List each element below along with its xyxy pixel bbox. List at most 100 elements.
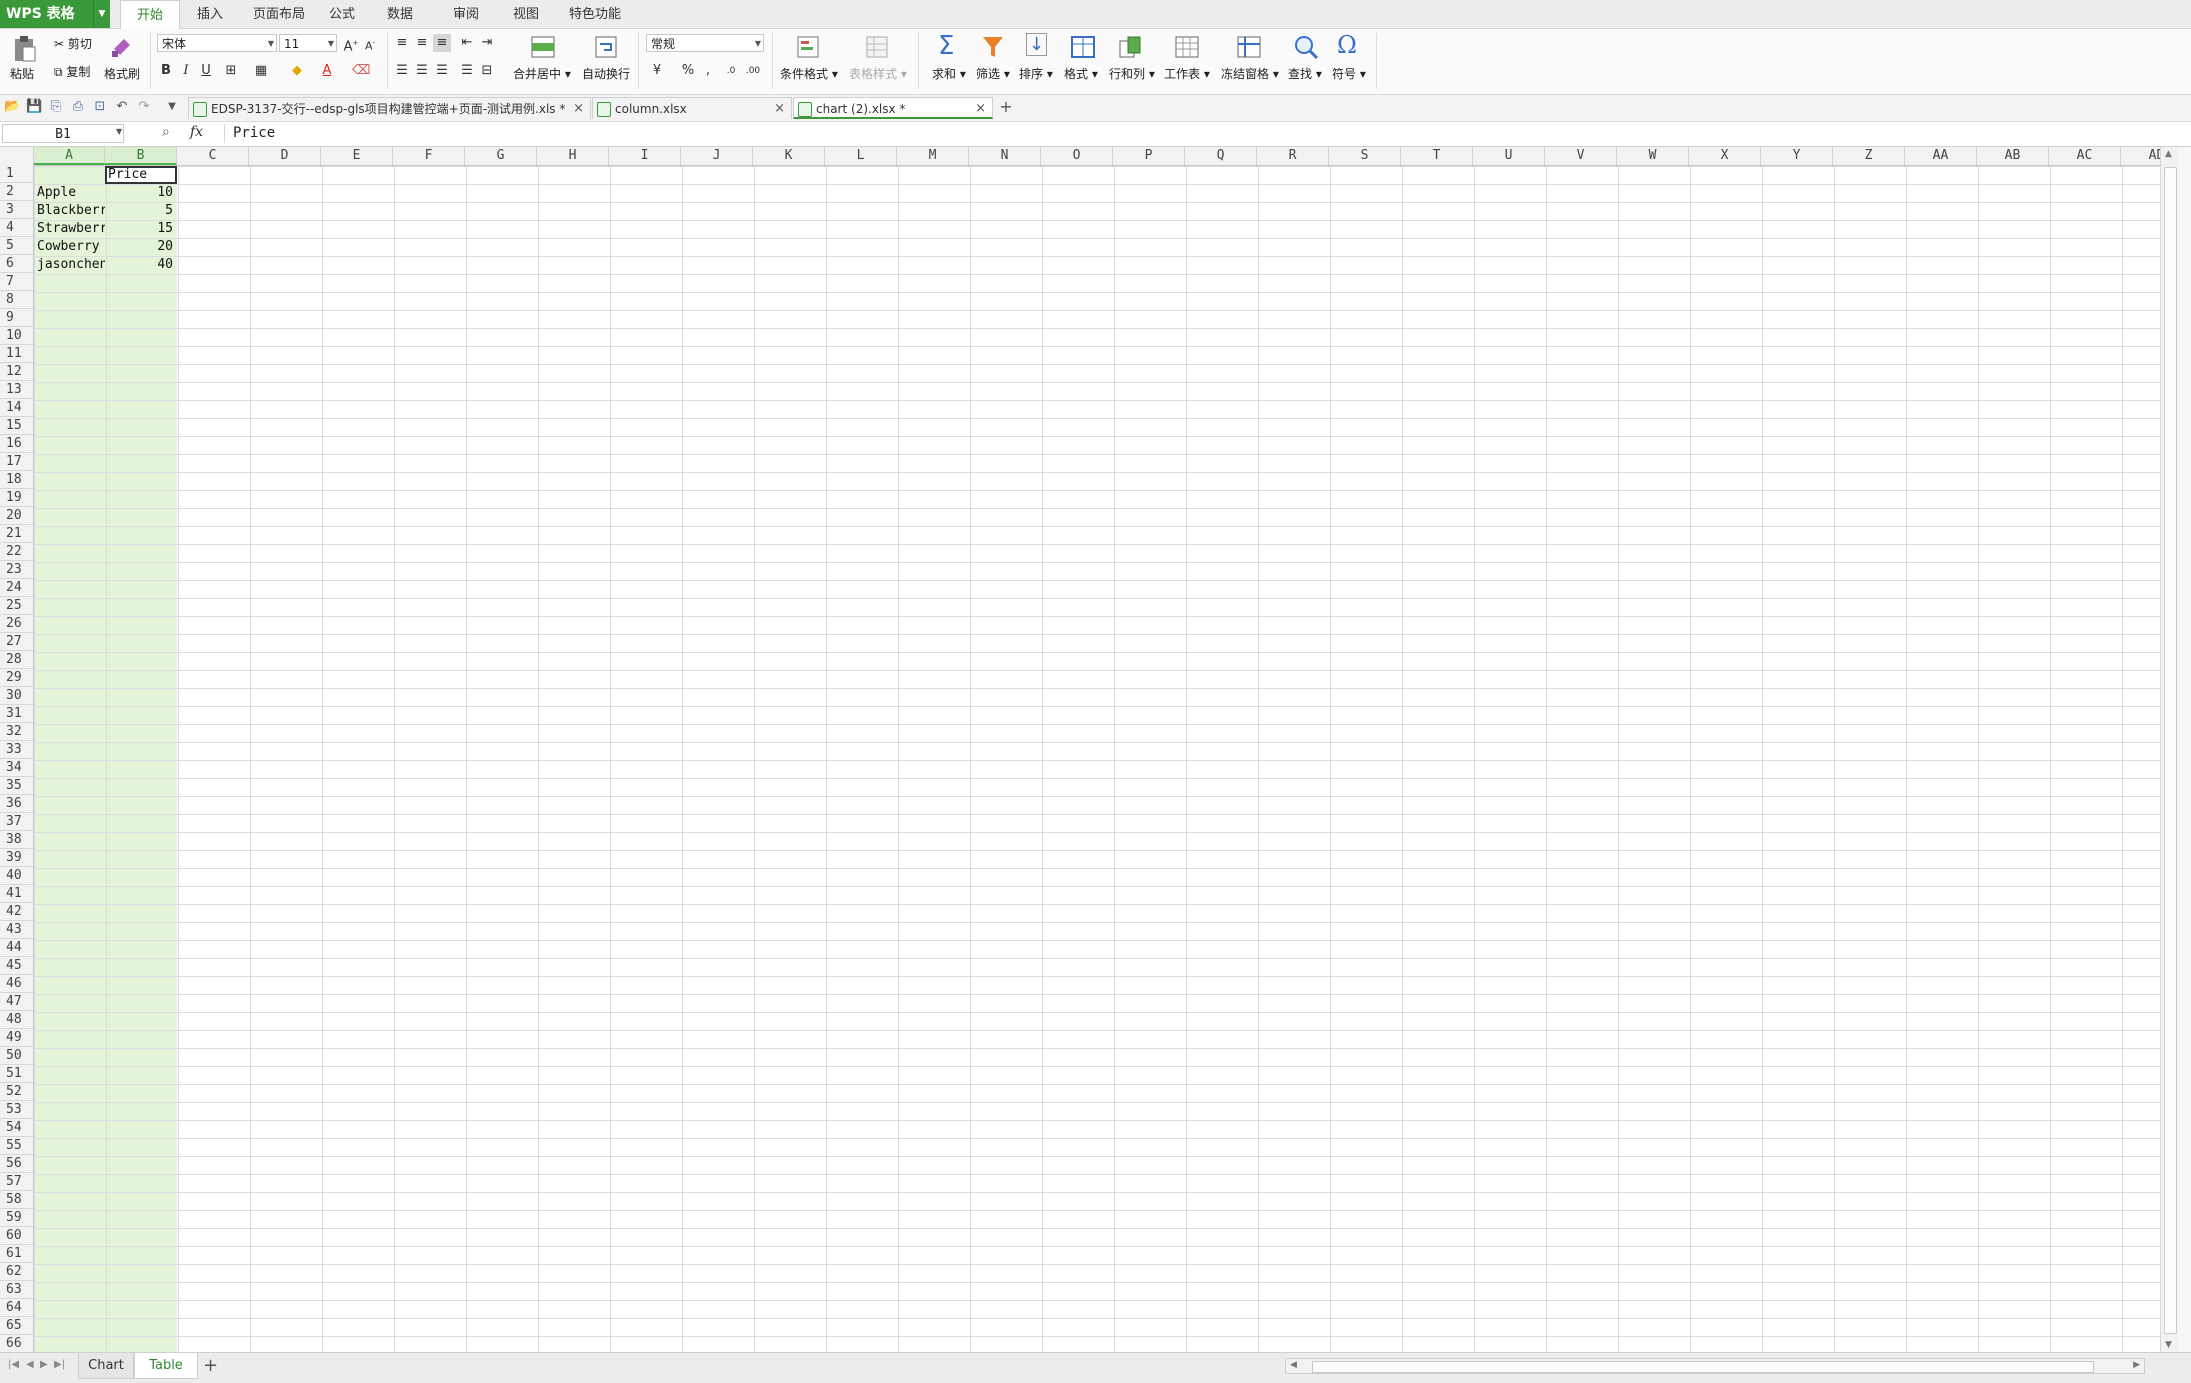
- cell-b3[interactable]: 5: [106, 202, 176, 220]
- align-center-icon[interactable]: ☰: [413, 62, 431, 80]
- row-header[interactable]: 64: [0, 1299, 33, 1317]
- row-header[interactable]: 24: [0, 579, 33, 597]
- merge-center-icon[interactable]: [530, 35, 556, 59]
- new-tab-plus-icon[interactable]: +: [998, 99, 1014, 115]
- font-color-icon[interactable]: A: [318, 62, 336, 80]
- menu-tab-2[interactable]: 页面布局: [244, 0, 314, 28]
- row-header[interactable]: 66: [0, 1335, 33, 1352]
- prev-sheet-icon[interactable]: ◀: [26, 1359, 34, 1370]
- italic-icon[interactable]: I: [177, 62, 195, 80]
- app-menu-button[interactable]: WPS 表格 ▼: [0, 0, 110, 28]
- row-header[interactable]: 42: [0, 903, 33, 921]
- row-header[interactable]: 25: [0, 597, 33, 615]
- scroll-thumb[interactable]: [2164, 167, 2177, 1334]
- row-header[interactable]: 35: [0, 777, 33, 795]
- indent-decrease-icon[interactable]: ⇤: [458, 34, 476, 52]
- border-icon[interactable]: ⊞: [222, 62, 240, 80]
- row-header[interactable]: 34: [0, 759, 33, 777]
- row-header[interactable]: 36: [0, 795, 33, 813]
- align-middle-icon[interactable]: ≡: [413, 34, 431, 52]
- menu-tab-5[interactable]: 审阅: [446, 0, 486, 28]
- next-sheet-icon[interactable]: ▶: [40, 1359, 48, 1370]
- close-icon[interactable]: ×: [975, 98, 986, 120]
- column-header-a[interactable]: A: [34, 147, 105, 165]
- freeze-panes-icon[interactable]: [1236, 35, 1262, 59]
- cell-style-icon[interactable]: ▦: [252, 62, 270, 80]
- save-icon[interactable]: 💾: [26, 99, 42, 115]
- column-header-t[interactable]: T: [1401, 147, 1473, 165]
- align-left-icon[interactable]: ☰: [393, 62, 411, 80]
- customize-chevron-icon[interactable]: ▼: [164, 99, 180, 115]
- menu-tab-3[interactable]: 公式: [322, 0, 362, 28]
- column-header-aa[interactable]: AA: [1905, 147, 1977, 165]
- row-header[interactable]: 50: [0, 1047, 33, 1065]
- worksheet-button[interactable]: 工作表 ▾: [1164, 65, 1210, 82]
- column-header-u[interactable]: U: [1473, 147, 1545, 165]
- cell-area[interactable]: [34, 166, 2160, 1352]
- row-header[interactable]: 10: [0, 327, 33, 345]
- column-header-k[interactable]: K: [753, 147, 825, 165]
- undo-icon[interactable]: ↶: [114, 99, 130, 115]
- column-header-ab[interactable]: AB: [1977, 147, 2049, 165]
- row-header[interactable]: 59: [0, 1209, 33, 1227]
- row-header[interactable]: 13: [0, 381, 33, 399]
- sort-button[interactable]: 排序 ▾: [1019, 65, 1053, 82]
- font-shrink-icon[interactable]: A-: [361, 34, 379, 53]
- omega-icon[interactable]: Ω: [1337, 31, 1357, 59]
- distribute-icon[interactable]: ⊟: [478, 62, 496, 80]
- scroll-down-icon[interactable]: ▼: [2165, 1340, 2172, 1350]
- row-header[interactable]: 19: [0, 489, 33, 507]
- filter-button[interactable]: 筛选 ▾: [976, 65, 1010, 82]
- row-header[interactable]: 33: [0, 741, 33, 759]
- row-header[interactable]: 8: [0, 291, 33, 309]
- find-button[interactable]: 查找 ▾: [1288, 65, 1322, 82]
- vertical-scrollbar[interactable]: ▲ ▼: [2160, 147, 2179, 1352]
- menu-tab-4[interactable]: 数据: [380, 0, 420, 28]
- row-header[interactable]: 31: [0, 705, 33, 723]
- row-header[interactable]: 63: [0, 1281, 33, 1299]
- row-header[interactable]: 37: [0, 813, 33, 831]
- row-header[interactable]: 17: [0, 453, 33, 471]
- column-header-o[interactable]: O: [1041, 147, 1113, 165]
- row-header[interactable]: 26: [0, 615, 33, 633]
- row-header[interactable]: 6: [0, 255, 33, 273]
- row-header[interactable]: 44: [0, 939, 33, 957]
- align-right-icon[interactable]: ☰: [433, 62, 451, 80]
- filter-icon[interactable]: [981, 35, 1007, 61]
- column-header-s[interactable]: S: [1329, 147, 1401, 165]
- rows-cols-icon[interactable]: [1118, 35, 1144, 59]
- column-header-w[interactable]: W: [1617, 147, 1689, 165]
- row-header[interactable]: 38: [0, 831, 33, 849]
- column-header-b[interactable]: B: [105, 147, 177, 165]
- row-header[interactable]: 20: [0, 507, 33, 525]
- chevron-down-icon[interactable]: ▼: [93, 0, 110, 28]
- row-header[interactable]: 61: [0, 1245, 33, 1263]
- underline-icon[interactable]: U: [197, 62, 215, 80]
- row-header[interactable]: 27: [0, 633, 33, 651]
- save-as-icon[interactable]: ⎘: [48, 99, 64, 115]
- scroll-left-icon[interactable]: ◀: [1290, 1360, 1297, 1370]
- row-header[interactable]: 9: [0, 309, 33, 327]
- row-header[interactable]: 49: [0, 1029, 33, 1047]
- row-header[interactable]: 51: [0, 1065, 33, 1083]
- select-all-corner[interactable]: [0, 147, 34, 165]
- horizontal-scrollbar[interactable]: ◀ ▶: [1285, 1358, 2145, 1374]
- align-bottom-icon[interactable]: ≡: [433, 34, 451, 52]
- doc-tab-column[interactable]: column.xlsx ×: [592, 97, 792, 119]
- font-size-select[interactable]: 11 ▼: [279, 34, 337, 52]
- column-header-n[interactable]: N: [969, 147, 1041, 165]
- paste-button[interactable]: 粘贴: [10, 65, 34, 82]
- column-header-v[interactable]: V: [1545, 147, 1617, 165]
- column-header-q[interactable]: Q: [1185, 147, 1257, 165]
- menu-tab-1[interactable]: 插入: [190, 0, 230, 28]
- row-header[interactable]: 30: [0, 687, 33, 705]
- column-header-p[interactable]: P: [1113, 147, 1185, 165]
- row-header[interactable]: 14: [0, 399, 33, 417]
- cell-a2[interactable]: Apple: [35, 184, 105, 202]
- doc-tab-chart[interactable]: chart (2).xlsx * ×: [793, 97, 993, 119]
- menu-tab-6[interactable]: 视图: [506, 0, 546, 28]
- row-header[interactable]: 1: [0, 165, 33, 183]
- row-header[interactable]: 28: [0, 651, 33, 669]
- column-header-g[interactable]: G: [465, 147, 537, 165]
- justify-icon[interactable]: ☰: [458, 62, 476, 80]
